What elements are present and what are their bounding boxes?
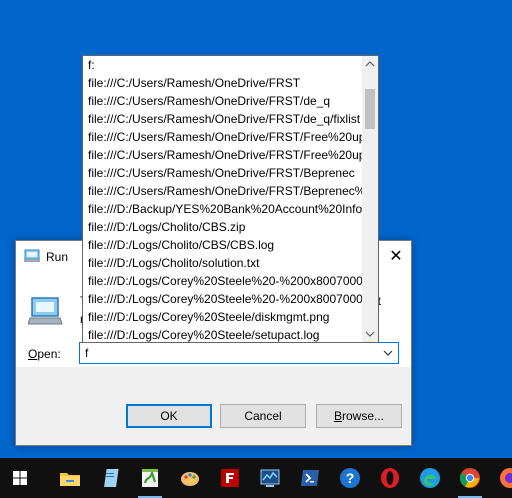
open-label-rest: pen: [37,347,61,361]
autocomplete-item[interactable]: file:///D:/Logs/Cholito/solution.txt [83,254,363,272]
run-app-icon [24,249,40,262]
chevron-down-icon[interactable] [382,346,394,360]
autocomplete-item[interactable]: file:///D:/Logs/Cholito/CBS/CBS.log [83,236,363,254]
start-button[interactable] [0,458,40,498]
autocomplete-item[interactable]: file:///C:/Users/Ramesh/OneDrive/FRST [83,74,363,92]
taskbar-notepad[interactable] [90,458,130,498]
taskbar-file-explorer[interactable] [50,458,90,498]
paint-icon [181,472,199,486]
autocomplete-item[interactable]: file:///C:/Users/Ramesh/OneDrive/FRST/Вe… [83,164,363,182]
close-button[interactable]: ✕ [381,241,411,272]
autocomplete-item[interactable]: file:///C:/Users/Ramesh/OneDrive/FRST/Fr… [83,146,363,164]
taskbar: ? [0,458,512,498]
vertical-scrollbar[interactable] [362,56,378,342]
run-large-icon [28,297,63,325]
open-label: Open: [28,347,61,361]
autocomplete-item[interactable]: file:///D:/Backup/YES%20Bank%20Account%2… [83,200,363,218]
taskbar-edge[interactable] [410,458,450,498]
autocomplete-item[interactable]: file:///D:/Logs/Corey%20Steele%20-%200x8… [83,272,363,290]
autocomplete-item[interactable]: file:///C:/Users/Ramesh/OneDrive/FRST/de… [83,92,363,110]
windows-start-icon [13,471,27,485]
notepad-icon [104,469,119,487]
file-explorer-icon [60,473,80,486]
powershell-icon [301,470,319,486]
autocomplete-item[interactable]: file:///D:/Logs/Corey%20Steele/diskmgmt.… [83,308,363,326]
browse-accel: B [333,409,342,423]
filezilla-icon [221,469,239,487]
autocomplete-item[interactable]: file:///D:/Logs/Cholito/CBS.zip [83,218,363,236]
chrome-icon [459,468,480,488]
opera-icon [381,468,399,488]
taskbar-paint[interactable] [170,458,210,498]
svg-text:?: ? [346,470,355,486]
taskbar-filezilla[interactable] [210,458,250,498]
notepad-plus-plus-icon [142,469,158,487]
run-dialog-title: Run [46,250,69,264]
autocomplete-item[interactable]: file:///D:/Logs/Corey%20Steele%20-%200x8… [83,290,363,308]
autocomplete-item[interactable]: file:///C:/Users/Ramesh/OneDrive/FRST/Fr… [83,128,363,146]
browse-button[interactable]: Browse... [316,404,402,428]
autocomplete-item[interactable]: file:///C:/Users/Ramesh/OneDrive/FRST/Вe… [83,182,363,200]
taskbar-powershell[interactable] [290,458,330,498]
taskbar-firefox[interactable] [490,458,512,498]
open-combobox[interactable]: f [79,342,399,364]
firefox-icon [500,468,512,488]
autocomplete-item[interactable]: file:///C:/Users/Ramesh/OneDrive/FRST/de… [83,110,363,128]
scroll-up-icon[interactable] [362,56,378,73]
cancel-button[interactable]: Cancel [220,404,306,428]
taskbar-notepad-plus-plus[interactable] [130,458,170,498]
autocomplete-list: f: file:///C:/Users/Ramesh/OneDrive/FRST… [83,56,363,342]
edge-icon [420,468,440,488]
scrollbar-thumb[interactable] [365,89,375,129]
autocomplete-item[interactable]: file:///D:/Logs/Corey%20Steele/setupact.… [83,326,363,342]
ok-button[interactable]: OK [126,404,212,428]
taskbar-help[interactable]: ? [330,458,370,498]
open-label-accel: O [28,347,38,361]
help-icon: ? [340,468,360,488]
taskbar-resource-monitor[interactable] [250,458,290,498]
scroll-down-icon[interactable] [362,325,378,342]
taskbar-opera[interactable] [370,458,410,498]
resource-monitor-icon [260,469,280,487]
autocomplete-item[interactable]: f: [83,56,363,74]
taskbar-chrome[interactable] [450,458,490,498]
autocomplete-dropdown: f: file:///C:/Users/Ramesh/OneDrive/FRST… [82,55,379,343]
open-input-value[interactable]: f [85,346,88,360]
browse-label-rest: rowse... [342,409,385,423]
